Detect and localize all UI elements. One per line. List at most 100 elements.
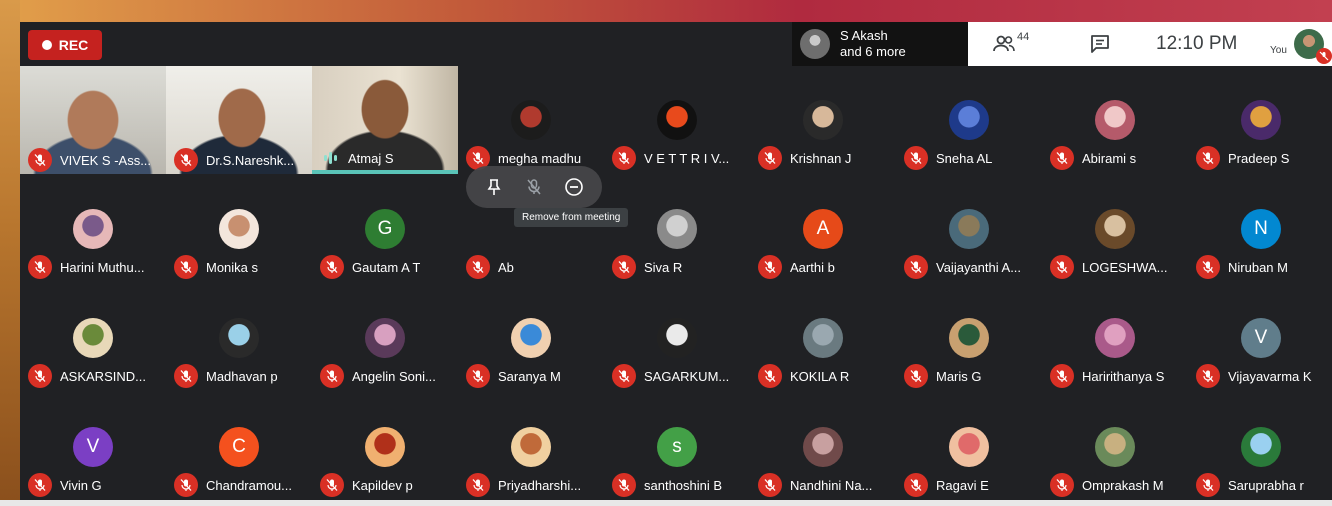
participant-tile[interactable]: V Vivin G	[20, 393, 166, 501]
pin-button[interactable]	[481, 174, 507, 200]
participant-name: Abirami s	[1082, 150, 1137, 166]
active-speaker-bar	[312, 170, 458, 174]
avatar	[365, 318, 405, 358]
mic-off-icon	[1196, 364, 1220, 388]
participant-name: Ab	[498, 259, 514, 275]
participant-tile[interactable]: Saruprabha r	[1188, 393, 1332, 501]
tile-hover-controls	[466, 166, 602, 208]
mic-off-icon	[174, 255, 198, 279]
participant-name: Gautam A T	[352, 259, 421, 275]
participant-tile[interactable]: Krishnan J	[750, 66, 896, 174]
avatar	[511, 427, 551, 467]
participant-tile[interactable]: Dr.S.Nareshk...	[166, 66, 312, 174]
mic-off-icon	[1196, 473, 1220, 497]
mute-participant-button[interactable]	[521, 174, 547, 200]
mic-off-icon	[612, 473, 636, 497]
mic-off-icon	[466, 473, 490, 497]
participant-tile[interactable]: Ragavi E	[896, 393, 1042, 501]
avatar	[219, 318, 259, 358]
participant-name: Siva R	[644, 259, 683, 275]
participant-tile[interactable]: VIVEK S -Ass...	[20, 66, 166, 174]
chat-icon	[1091, 35, 1109, 53]
avatar	[219, 209, 259, 249]
participant-name: Saranya M	[498, 368, 561, 384]
mic-off-icon	[1316, 48, 1332, 64]
participant-tile[interactable]: V Vijayavarma K	[1188, 284, 1332, 392]
avatar: N	[1241, 209, 1281, 249]
avatar	[949, 318, 989, 358]
participant-tile[interactable]: Pradeep S	[1188, 66, 1332, 174]
participant-name: Haririthanya S	[1082, 368, 1165, 384]
people-button[interactable]	[992, 22, 1016, 66]
avatar	[1241, 100, 1281, 140]
participant-tile[interactable]: SAGARKUM...	[604, 284, 750, 392]
meeting-top-bar: REC S Akash and 6 more 44 12:10 PM You	[20, 22, 1332, 66]
participant-name: Chandramou...	[206, 477, 292, 493]
presenter-box[interactable]: S Akash and 6 more	[792, 22, 968, 66]
chat-button[interactable]	[1089, 22, 1111, 66]
people-count: 44	[1017, 31, 1030, 43]
participant-tile[interactable]: Angelin Soni...	[312, 284, 458, 392]
participant-tile[interactable]: G Gautam A T	[312, 175, 458, 283]
participant-tile[interactable]: LOGESHWA...	[1042, 175, 1188, 283]
mic-off-icon	[174, 364, 198, 388]
avatar: V	[73, 427, 113, 467]
participant-tile[interactable]: s santhoshini B	[604, 393, 750, 501]
avatar	[657, 318, 697, 358]
avatar	[1241, 427, 1281, 467]
avatar	[1095, 100, 1135, 140]
participant-tile[interactable]: Nandhini Na...	[750, 393, 896, 501]
avatar: G	[365, 209, 405, 249]
mic-off-icon	[758, 146, 782, 170]
mic-off-icon	[904, 255, 928, 279]
participant-tile[interactable]: megha madhu	[458, 66, 604, 174]
participant-tile[interactable]: KOKILA R	[750, 284, 896, 392]
avatar	[803, 100, 843, 140]
participant-tile[interactable]: Sneha AL	[896, 66, 1042, 174]
participant-name: Atmaj S	[348, 150, 394, 166]
participant-name: Sneha AL	[936, 150, 993, 166]
participant-tile[interactable]: Harini Muthu...	[20, 175, 166, 283]
meeting-details-panel: 44 12:10 PM You	[968, 22, 1332, 66]
participant-tile[interactable]: Atmaj S	[312, 66, 458, 174]
participant-tile[interactable]: Monika s	[166, 175, 312, 283]
avatar	[803, 318, 843, 358]
participant-tile[interactable]: N Niruban M	[1188, 175, 1332, 283]
participant-name: KOKILA R	[790, 368, 850, 384]
participant-tile[interactable]: Priyadharshi...	[458, 393, 604, 501]
participant-tile[interactable]: Abirami s	[1042, 66, 1188, 174]
participant-tile[interactable]: ASKARSIND...	[20, 284, 166, 392]
mic-off-icon	[1196, 146, 1220, 170]
participant-name: Angelin Soni...	[352, 368, 436, 384]
participant-name: Priyadharshi...	[498, 477, 582, 493]
pin-icon	[487, 179, 501, 195]
participant-tile[interactable]: Maris G	[896, 284, 1042, 392]
participant-name: Niruban M	[1228, 259, 1288, 275]
participant-tile[interactable]: Vaijayanthi A...	[896, 175, 1042, 283]
mic-off-icon	[28, 364, 52, 388]
mic-off-icon	[466, 255, 490, 279]
participant-tile[interactable]: Madhavan p	[166, 284, 312, 392]
participant-tile[interactable]: Omprakash M	[1042, 393, 1188, 501]
participant-tile[interactable]: C Chandramou...	[166, 393, 312, 501]
avatar	[511, 318, 551, 358]
participant-tile[interactable]: Saranya M	[458, 284, 604, 392]
mic-off-icon	[1050, 146, 1074, 170]
avatar	[803, 427, 843, 467]
participant-tile[interactable]: A Aarthi b	[750, 175, 896, 283]
participant-tile[interactable]: Kapildev p	[312, 393, 458, 501]
avatar	[949, 427, 989, 467]
presenter-avatar	[800, 29, 830, 59]
participant-tile[interactable]: V E T T R I V...	[604, 66, 750, 174]
participant-name: VIVEK S -Ass...	[60, 152, 152, 168]
participant-tile[interactable]: Siva R	[604, 175, 750, 283]
remove-from-meeting-button[interactable]	[561, 174, 587, 200]
recording-button[interactable]: REC	[28, 30, 102, 60]
meeting-window: REC S Akash and 6 more 44 12:10 PM You V…	[20, 22, 1332, 500]
window-top-edge	[0, 0, 1332, 22]
participant-name: LOGESHWA...	[1082, 259, 1168, 275]
participant-name: Vivin G	[60, 477, 102, 493]
participant-tile[interactable]: Haririthanya S	[1042, 284, 1188, 392]
participant-name: Ragavi E	[936, 477, 989, 493]
participant-name: ASKARSIND...	[60, 368, 146, 384]
